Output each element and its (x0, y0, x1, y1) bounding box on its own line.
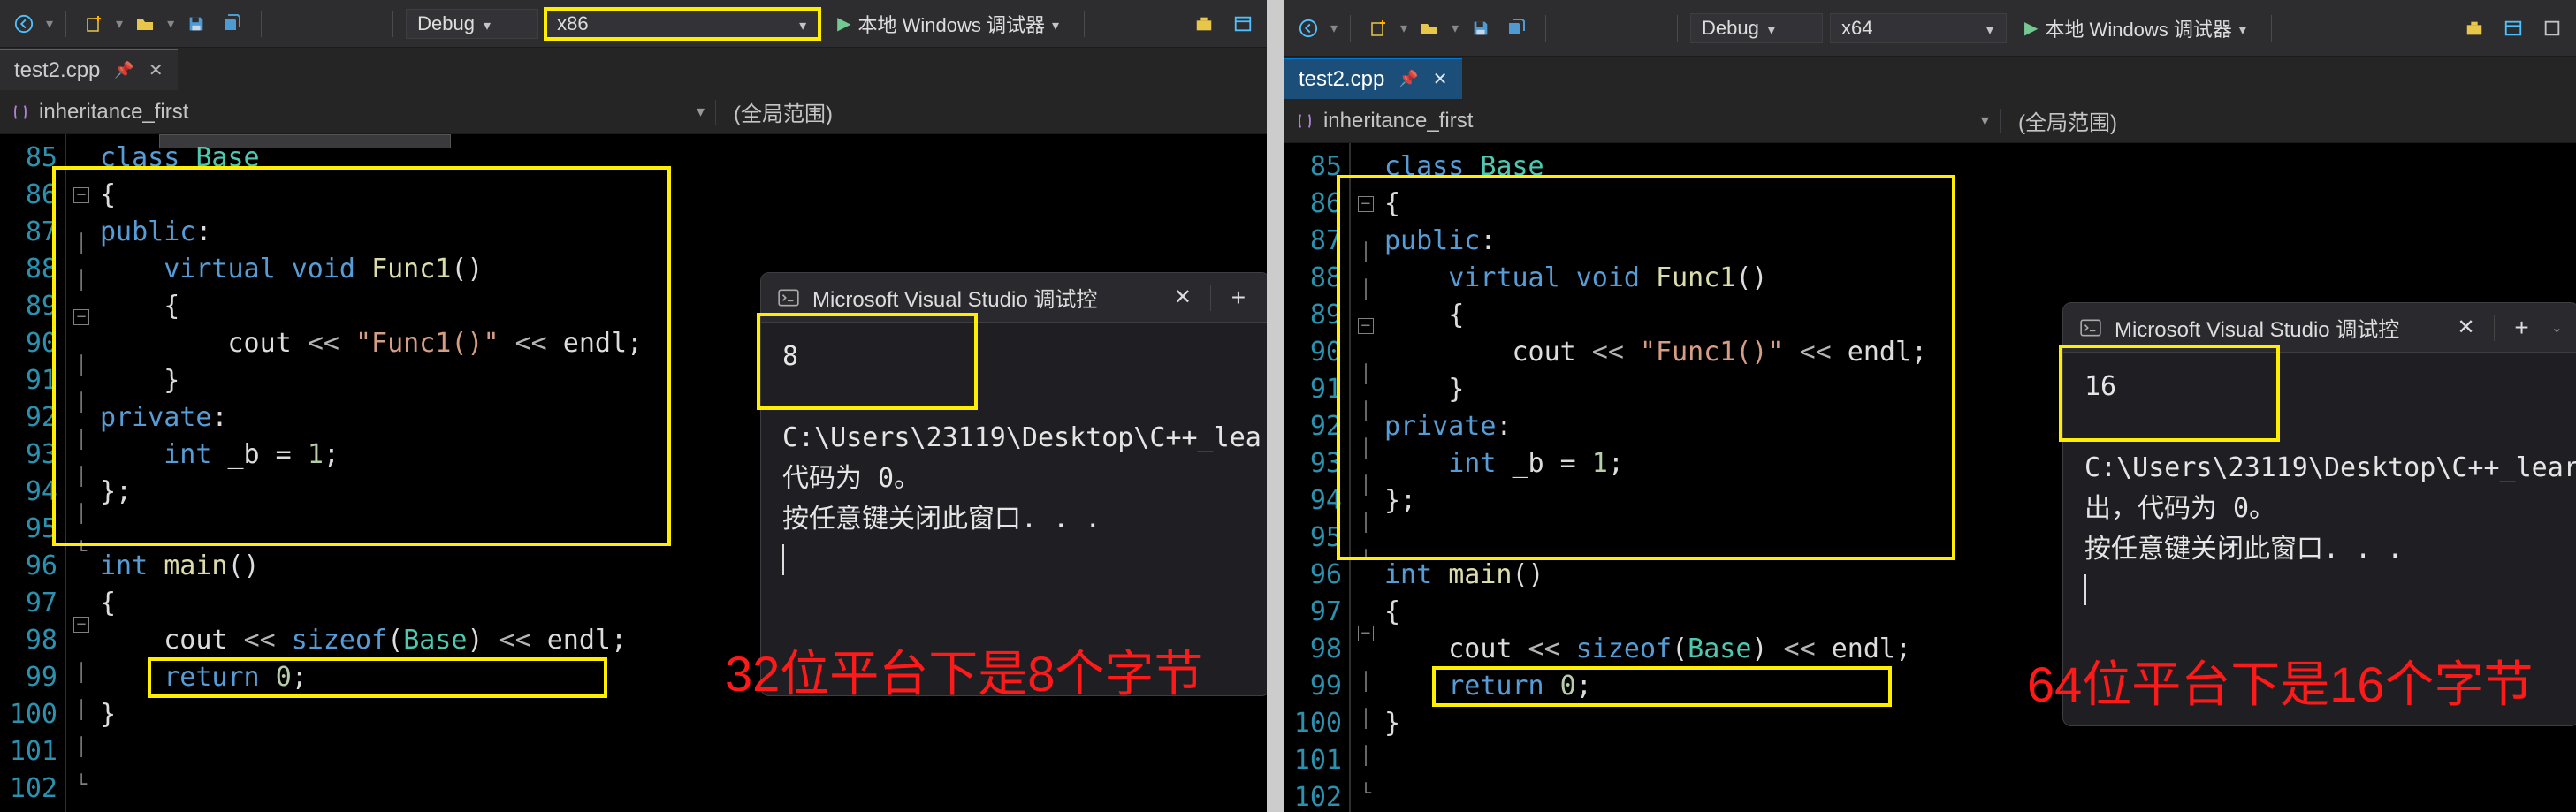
scope-right-dropdown[interactable]: (全局范围) (716, 96, 1267, 127)
separator (392, 11, 393, 37)
close-icon[interactable]: ✕ (1433, 68, 1448, 90)
console-title: Microsoft Visual Studio 调试控 (812, 282, 1155, 313)
console-output: 16 C:\Users\23119\Desktop\C++_learn 出，代码… (2063, 353, 2576, 625)
nav-back-button[interactable] (1293, 13, 1323, 43)
annotation-text: 64位平台下是16个字节 (2027, 645, 2534, 717)
extra-button[interactable] (2537, 13, 2567, 43)
saveall-button[interactable] (218, 9, 248, 39)
toolbox-button[interactable] (2459, 13, 2489, 43)
start-debug-button[interactable]: ▶ 本地 Windows 调试器 (2014, 13, 2259, 43)
separator (2271, 15, 2272, 42)
namespace-icon (1295, 111, 1315, 131)
platform-dropdown[interactable]: x64 (1830, 13, 2007, 43)
annotation-text: 32位平台下是8个字节 (725, 634, 1203, 706)
separator (2494, 315, 2495, 341)
debug-console: Microsoft Visual Studio 调试控 ✕ + 8 C:\Use… (760, 272, 1267, 696)
play-icon: ▶ (2024, 17, 2038, 39)
start-debug-label: 本地 Windows 调试器 (2045, 14, 2231, 42)
chevron-down-icon: ▾ (1330, 19, 1338, 37)
main-toolbar: ▾ ▾ ▾ Debug x86 (0, 0, 1267, 48)
scope-bar: inheritance_first ▾ (全局范围) (0, 90, 1267, 134)
console-output: 8 C:\Users\23119\Desktop\C++_lea 代码为 0。 … (761, 323, 1267, 595)
tab-test2cpp[interactable]: test2.cpp 📌 ✕ (0, 49, 178, 90)
platform-label: x86 (557, 12, 588, 35)
console-close-button[interactable]: ✕ (1168, 285, 1198, 310)
vs-window-x86: ▾ ▾ ▾ Debug x86 (0, 0, 1267, 812)
separator (65, 11, 66, 37)
open-button[interactable] (1414, 13, 1444, 43)
fold-column[interactable]: − ││ − │││││└ − │││└ (66, 134, 96, 812)
console-newtab-button[interactable]: + (1223, 284, 1254, 312)
console-titlebar[interactable]: Microsoft Visual Studio 调试控 ✕ + ⌄ (2063, 303, 2576, 353)
new-item-button[interactable] (79, 9, 109, 39)
chevron-down-icon: ▾ (1400, 19, 1407, 37)
console-newtab-button[interactable]: + (2507, 314, 2537, 342)
pin-icon[interactable]: 📌 (1399, 70, 1418, 88)
chevron-down-icon: ⌄ (2551, 319, 2563, 337)
scope-right-dropdown[interactable]: (全局范围) (2001, 105, 2576, 136)
nav-back-button[interactable] (9, 9, 39, 39)
config-dropdown[interactable]: Debug (406, 9, 538, 39)
namespace-label: inheritance_first (39, 100, 188, 125)
save-button[interactable] (181, 9, 211, 39)
scope-bar: inheritance_first ▾ (全局范围) (1284, 99, 2576, 143)
platform-label: x64 (1841, 17, 1872, 40)
line-number-gutter: 858687888990 919293949596 97989910010110… (0, 134, 66, 812)
play-icon: ▶ (837, 12, 850, 34)
close-icon[interactable]: ✕ (149, 59, 164, 81)
toolbox-button[interactable] (1189, 9, 1219, 39)
fold-column[interactable]: − ││ − │││││└ − │││└ (1351, 143, 1381, 812)
namespace-dropdown[interactable]: inheritance_first ▾ (0, 100, 716, 125)
console-title: Microsoft Visual Studio 调试控 (2115, 312, 2439, 343)
start-debug-button[interactable]: ▶ 本地 Windows 调试器 (827, 9, 1071, 39)
chevron-down-icon: ▾ (116, 15, 123, 33)
namespace-icon (11, 102, 30, 122)
console-titlebar[interactable]: Microsoft Visual Studio 调试控 ✕ + (761, 273, 1267, 323)
namespace-label: inheritance_first (1323, 109, 1473, 133)
new-item-button[interactable] (1363, 13, 1393, 43)
chevron-down-icon: ▾ (1452, 19, 1459, 37)
line-number-gutter: 858687888990 919293949596 97989910010110… (1284, 143, 1351, 812)
scope-right-label: (全局范围) (2018, 105, 2117, 136)
separator (1210, 285, 1211, 311)
separator (1545, 15, 1546, 42)
config-label: Debug (1702, 17, 1759, 40)
chevron-down-icon: ▾ (46, 15, 53, 33)
scope-right-label: (全局范围) (734, 96, 833, 127)
layout-button[interactable] (1228, 9, 1258, 39)
main-toolbar: ▾ ▾ ▾ Debug x64 (1284, 0, 2576, 57)
saveall-button[interactable] (1503, 13, 1533, 43)
namespace-dropdown[interactable]: inheritance_first ▾ (1284, 109, 2001, 133)
save-button[interactable] (1466, 13, 1496, 43)
start-debug-label: 本地 Windows 调试器 (857, 10, 1044, 38)
console-close-button[interactable]: ✕ (2451, 315, 2481, 340)
platform-dropdown[interactable]: x86 (545, 9, 819, 39)
config-label: Debug (417, 12, 475, 35)
vs-window-x64: ▾ ▾ ▾ Debug x64 (1284, 0, 2576, 812)
pin-icon[interactable]: 📌 (114, 61, 133, 80)
chevron-down-icon: ▾ (167, 15, 174, 33)
document-tabs: test2.cpp 📌 ✕ (1284, 57, 2576, 99)
config-dropdown[interactable]: Debug (1690, 13, 1823, 43)
open-button[interactable] (130, 9, 160, 39)
tab-filename: test2.cpp (14, 58, 100, 83)
separator (261, 11, 262, 37)
document-tabs: test2.cpp 📌 ✕ (0, 48, 1267, 90)
separator (1677, 15, 1678, 42)
separator (1084, 11, 1085, 37)
tab-filename: test2.cpp (1299, 67, 1384, 92)
terminal-icon (777, 286, 800, 309)
separator (1350, 15, 1351, 42)
terminal-icon (2079, 316, 2102, 339)
tab-test2cpp[interactable]: test2.cpp 📌 ✕ (1284, 58, 1462, 99)
layout-button[interactable] (2498, 13, 2528, 43)
